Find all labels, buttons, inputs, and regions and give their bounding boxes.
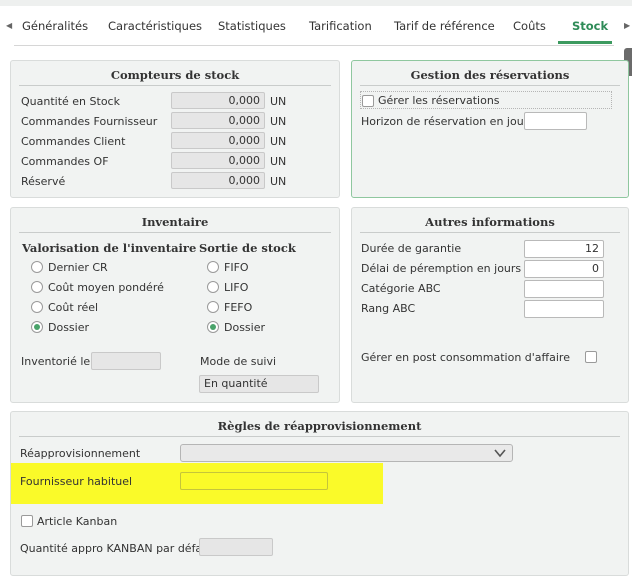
radio-dernier-cr[interactable]: [31, 261, 43, 273]
tab-statistiques[interactable]: Statistiques: [218, 19, 286, 33]
radio-valorisation-dossier[interactable]: [31, 321, 43, 333]
quantite-kanban-field: [199, 538, 273, 556]
unit-label: UN: [270, 115, 287, 128]
quantite-stock-value: 0,000: [171, 92, 265, 109]
duree-garantie-input[interactable]: 12: [524, 240, 604, 258]
panel-title: Gestion des réservations: [410, 68, 570, 82]
unit-label: UN: [270, 95, 287, 108]
panel-regles-reapprovisionnement: Règles de réapprovisionnement Réapprovis…: [10, 411, 629, 576]
panel-divider: [360, 232, 620, 233]
label-reserve: Réservé: [21, 175, 66, 188]
delai-peremption-input[interactable]: 0: [524, 260, 604, 278]
radio-lifo[interactable]: [207, 281, 219, 293]
mode-suivi-field: En quantité: [199, 375, 319, 393]
rang-abc-input[interactable]: [524, 300, 604, 318]
article-kanban-checkbox[interactable]: [21, 515, 33, 527]
sortie-stock-header: Sortie de stock: [199, 241, 296, 255]
label-commandes-fournisseur: Commandes Fournisseur: [21, 115, 158, 128]
panel-autres-informations: Autres informations Durée de garantie 12…: [351, 207, 629, 403]
gerer-reservations-label: Gérer les réservations: [378, 94, 500, 107]
label-commandes-client: Commandes Client: [21, 135, 126, 148]
tab-generalites[interactable]: Généralités: [22, 19, 88, 33]
tab-bar: ◀ Généralités Caractéristiques Statistiq…: [0, 6, 632, 46]
radio-label: Dossier: [48, 321, 90, 334]
tab-couts[interactable]: Coûts: [513, 19, 546, 33]
quantite-kanban-label: Quantité appro KANBAN par défaut: [20, 542, 214, 555]
unit-label: UN: [270, 155, 287, 168]
panel-title: Compteurs de stock: [110, 68, 240, 82]
radio-fifo[interactable]: [207, 261, 219, 273]
inventorie-le-field: [91, 352, 161, 370]
valorisation-header: Valorisation de l'inventaire: [22, 241, 197, 255]
fournisseur-habituel-label: Fournisseur habituel: [20, 475, 133, 488]
radio-fefo[interactable]: [207, 301, 219, 313]
categorie-abc-input[interactable]: [524, 280, 604, 298]
horizon-reservation-label: Horizon de réservation en jour: [361, 115, 529, 128]
article-kanban-label: Article Kanban: [37, 515, 118, 528]
panel-divider: [19, 436, 620, 437]
radio-label: Dossier: [224, 321, 266, 334]
fournisseur-habituel-input[interactable]: [180, 472, 328, 490]
panel-divider: [19, 232, 331, 233]
radio-sortie-dossier[interactable]: [207, 321, 219, 333]
radio-label: Coût réel: [48, 301, 99, 314]
tab-divider: [14, 45, 614, 46]
tab-caracteristiques[interactable]: Caractéristiques: [108, 19, 202, 33]
rang-abc-label: Rang ABC: [361, 302, 416, 315]
horizon-reservation-input[interactable]: [524, 112, 587, 130]
radio-cout-reel[interactable]: [31, 301, 43, 313]
panel-inventaire: Inventaire Valorisation de l'inventaire …: [10, 207, 340, 403]
reapprovisionnement-select[interactable]: [180, 444, 513, 462]
active-tab-indicator: [558, 41, 612, 44]
radio-label: Coût moyen pondéré: [48, 281, 164, 294]
panel-title: Règles de réapprovisionnement: [217, 419, 422, 433]
tab-scroll-right-icon[interactable]: ▶: [624, 21, 630, 30]
commandes-of-value: 0,000: [171, 152, 265, 169]
label-commandes-of: Commandes OF: [21, 155, 109, 168]
mode-suivi-label: Mode de suivi: [200, 355, 277, 368]
commandes-fournisseur-value: 0,000: [171, 112, 265, 129]
tab-scroll-left-icon[interactable]: ◀: [6, 21, 12, 30]
panel-gestion-reservations: Gestion des réservations Gérer les réser…: [351, 60, 629, 198]
gerer-reservations-checkbox[interactable]: [362, 95, 374, 107]
post-consommation-label: Gérer en post consommation d'affaire: [361, 351, 570, 364]
categorie-abc-label: Catégorie ABC: [361, 282, 441, 295]
tab-tarif-reference[interactable]: Tarif de référence: [394, 19, 495, 33]
radio-label: FEFO: [224, 301, 253, 314]
panel-title: Inventaire: [141, 215, 209, 229]
inventorie-le-label: Inventorié le: [21, 355, 91, 368]
reapprovisionnement-label: Réapprovisionnement: [20, 447, 141, 460]
radio-label: Dernier CR: [48, 261, 108, 274]
post-consommation-checkbox[interactable]: [585, 351, 597, 363]
label-quantite-stock: Quantité en Stock: [21, 95, 120, 108]
unit-label: UN: [270, 175, 287, 188]
duree-garantie-label: Durée de garantie: [361, 242, 462, 255]
delai-peremption-label: Délai de péremption en jours: [361, 262, 522, 275]
tab-tarification[interactable]: Tarification: [309, 19, 372, 33]
commandes-client-value: 0,000: [171, 132, 265, 149]
unit-label: UN: [270, 135, 287, 148]
tab-stock[interactable]: Stock: [572, 19, 608, 33]
radio-label: FIFO: [224, 261, 249, 274]
chevron-down-icon: [494, 449, 506, 458]
radio-cout-moyen-pondere[interactable]: [31, 281, 43, 293]
panel-compteurs-stock: Compteurs de stock Quantité en Stock 0,0…: [10, 60, 340, 198]
radio-label: LIFO: [224, 281, 249, 294]
panel-divider: [360, 85, 620, 86]
panel-divider: [19, 85, 331, 86]
panel-title: Autres informations: [425, 215, 555, 229]
reserve-value: 0,000: [171, 172, 265, 189]
